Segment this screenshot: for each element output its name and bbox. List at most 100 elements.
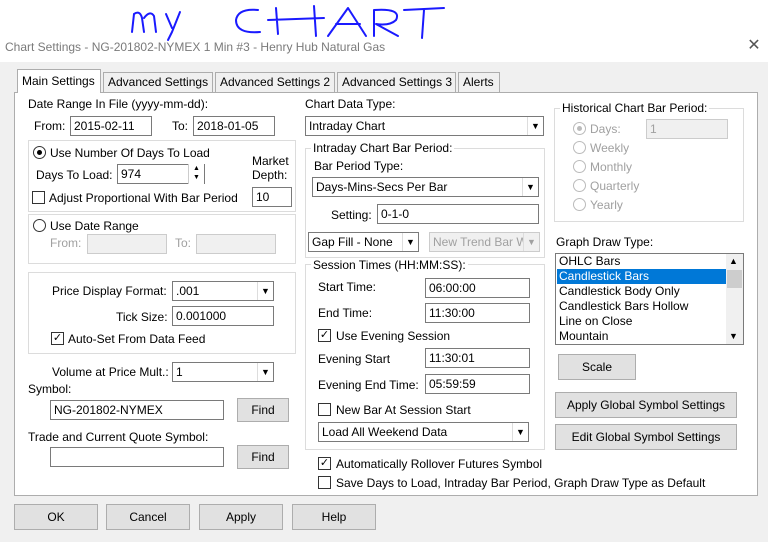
use-date-range-radio[interactable] [33, 219, 46, 232]
tab-main-settings[interactable]: Main Settings [17, 69, 101, 93]
list-item[interactable]: Candlestick Bars Hollow [557, 299, 727, 314]
gap-fill-select[interactable]: Gap Fill - None ▼ [308, 232, 419, 252]
chevron-down-icon[interactable]: ▼ [729, 331, 738, 341]
apply-button[interactable]: Apply [199, 504, 283, 530]
range-from-label: From: [50, 236, 82, 250]
rollover-checkbox[interactable]: ✓ [318, 457, 331, 470]
handwritten-scribble [131, 5, 445, 41]
window-title: Chart Settings - NG-201802-NYMEX 1 Min #… [5, 40, 386, 54]
autoset-label: Auto-Set From Data Feed [68, 332, 206, 346]
intraday-group-label: Intraday Chart Bar Period: [311, 141, 455, 155]
apply-global-symbol-settings-button[interactable]: Apply Global Symbol Settings [555, 392, 737, 418]
evening-end-field[interactable]: 05:59:59 [425, 374, 530, 394]
start-time-label: Start Time: [318, 280, 377, 294]
help-button[interactable]: Help [292, 504, 376, 530]
quarterly-label: Quarterly [590, 179, 640, 193]
yearly-radio [573, 198, 586, 211]
new-bar-session-checkbox[interactable] [318, 403, 331, 416]
tick-size-label: Tick Size: [116, 310, 168, 324]
historical-group-label: Historical Chart Bar Period: [560, 101, 710, 115]
adjust-proportional-checkbox[interactable] [32, 191, 45, 204]
days-radio [573, 122, 586, 135]
find-symbol-button[interactable]: Find [237, 398, 289, 422]
evening-session-label: Use Evening Session [336, 329, 451, 343]
cancel-button[interactable]: Cancel [106, 504, 190, 530]
chart-data-type-select[interactable]: Intraday Chart ▼ [305, 116, 544, 136]
volume-mult-label: Volume at Price Mult.: [52, 365, 169, 379]
close-icon[interactable]: ✕ [744, 36, 764, 56]
scroll-thumb[interactable] [727, 270, 742, 288]
edit-global-symbol-settings-button[interactable]: Edit Global Symbol Settings [555, 424, 737, 450]
days-period-label: Days: [590, 122, 621, 136]
price-format-label: Price Display Format: [52, 284, 167, 298]
use-date-range-label: Use Date Range [50, 219, 139, 233]
list-item[interactable]: Candlestick Bars [557, 269, 727, 284]
new-trend-bar-value: New Trend Bar W [433, 235, 528, 249]
symbol-field[interactable]: NG-201802-NYMEX [50, 400, 224, 420]
market-depth-field[interactable]: 10 [252, 187, 292, 207]
volume-mult-select[interactable]: 1 ▼ [172, 362, 274, 382]
weekly-radio [573, 141, 586, 154]
tab-advanced-settings-2[interactable]: Advanced Settings 2 [215, 72, 335, 92]
chevron-down-icon: ▼ [527, 117, 543, 135]
monthly-radio [573, 160, 586, 173]
graph-draw-type-label: Graph Draw Type: [556, 235, 654, 249]
days-period-field: 1 [646, 119, 728, 139]
gap-fill-value: Gap Fill - None [312, 235, 393, 249]
new-trend-bar-select: New Trend Bar W ▼ [429, 232, 540, 252]
days-to-load-label: Days To Load: [36, 168, 113, 182]
monthly-label: Monthly [590, 160, 633, 174]
list-item[interactable]: Mountain [557, 329, 727, 344]
chart-data-type-label: Chart Data Type: [305, 97, 396, 111]
list-item[interactable]: Candlestick Body Only [557, 284, 727, 299]
end-time-field[interactable]: 11:30:00 [425, 303, 530, 323]
tab-alerts[interactable]: Alerts [458, 72, 500, 92]
market-depth-label-1: Market [252, 154, 289, 168]
price-format-select[interactable]: .001 ▼ [172, 281, 274, 301]
chevron-down-icon: ▼ [257, 363, 273, 381]
volume-mult-value: 1 [176, 365, 183, 379]
from-date-field[interactable]: 2015-02-11 [70, 116, 152, 136]
bar-type-value: Days-Mins-Secs Per Bar [316, 180, 448, 194]
quarterly-radio [573, 179, 586, 192]
scale-button[interactable]: Scale [558, 354, 636, 380]
yearly-label: Yearly [590, 198, 623, 212]
use-days-label: Use Number Of Days To Load [50, 146, 210, 160]
chevron-down-icon: ▼ [523, 233, 539, 251]
weekend-data-select[interactable]: Load All Weekend Data ▼ [318, 422, 529, 442]
adjust-proportional-label: Adjust Proportional With Bar Period [49, 191, 238, 205]
find-trade-symbol-button[interactable]: Find [237, 445, 289, 469]
evening-start-field[interactable]: 11:30:01 [425, 348, 530, 368]
tab-advanced-settings-3[interactable]: Advanced Settings 3 [337, 72, 456, 92]
chevron-up-icon[interactable]: ▲ [729, 256, 738, 266]
symbol-label: Symbol: [28, 382, 72, 396]
setting-label: Setting: [331, 208, 372, 222]
use-days-radio[interactable] [33, 146, 46, 159]
list-item[interactable]: Line on Close [557, 314, 727, 329]
setting-field[interactable]: 0-1-0 [377, 204, 539, 224]
list-item[interactable]: OHLC Bars [557, 254, 727, 269]
autoset-checkbox[interactable]: ✓ [51, 332, 64, 345]
tick-size-field[interactable]: 0.001000 [172, 306, 274, 326]
graph-draw-type-list[interactable]: OHLC Bars Candlestick Bars Candlestick B… [555, 253, 744, 345]
days-spinner-icon[interactable]: ▲ ▼ [188, 164, 204, 184]
tab-advanced-settings[interactable]: Advanced Settings [103, 72, 213, 92]
trade-symbol-field[interactable] [50, 447, 224, 467]
list-scrollbar[interactable]: ▲ ▼ [726, 254, 743, 344]
chevron-down-icon: ▼ [512, 423, 528, 441]
bar-type-select[interactable]: Days-Mins-Secs Per Bar ▼ [312, 177, 539, 197]
bar-type-label: Bar Period Type: [314, 159, 404, 173]
date-range-label: Date Range In File (yyyy-mm-dd): [28, 97, 209, 111]
trade-symbol-label: Trade and Current Quote Symbol: [28, 430, 209, 444]
ok-button[interactable]: OK [14, 504, 98, 530]
chevron-down-icon: ▼ [522, 178, 538, 196]
start-time-field[interactable]: 06:00:00 [425, 278, 530, 298]
range-to-label: To: [175, 236, 192, 250]
chevron-down-icon: ▼ [402, 233, 418, 251]
save-default-label: Save Days to Load, Intraday Bar Period, … [336, 476, 706, 490]
to-date-field[interactable]: 2018-01-05 [193, 116, 275, 136]
weekend-data-value: Load All Weekend Data [322, 425, 448, 439]
end-time-label: End Time: [318, 306, 373, 320]
evening-session-checkbox[interactable]: ✓ [318, 329, 331, 342]
save-default-checkbox[interactable] [318, 476, 331, 489]
